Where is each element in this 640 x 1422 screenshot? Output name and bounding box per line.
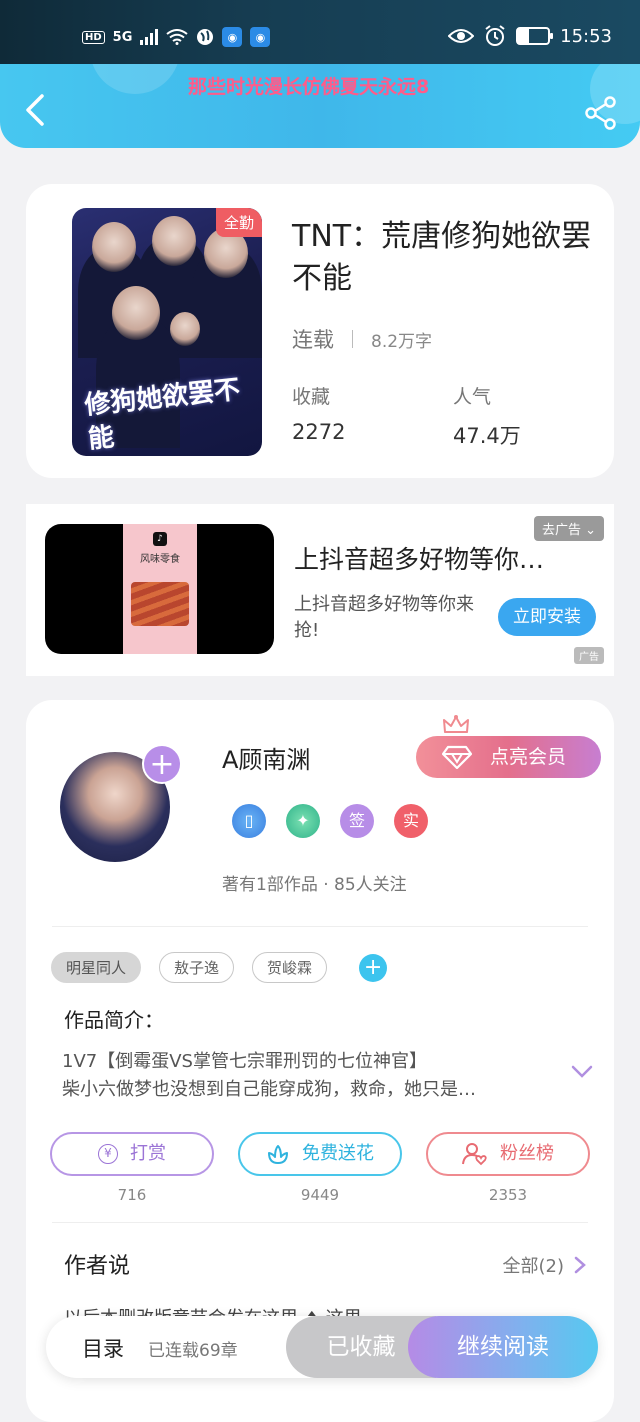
chevron-down-icon[interactable] — [570, 1064, 594, 1080]
hd-icon: HD — [82, 30, 105, 44]
popularity-value: 47.4万 — [453, 424, 521, 448]
favorites-label: 收藏 — [292, 386, 331, 408]
share-icon[interactable] — [584, 96, 618, 130]
back-icon[interactable] — [22, 94, 48, 126]
flower-label: 免费送花 — [302, 1143, 374, 1164]
remove-ad-button[interactable]: 去广告 ⌄ — [533, 516, 604, 541]
fans-action: 粉丝榜 2353 — [426, 1132, 590, 1204]
intro-label: 作品简介： — [64, 1008, 164, 1032]
ad-product-image: ♪ 风味零食 — [123, 524, 197, 654]
add-tag-button[interactable]: + — [359, 953, 388, 982]
status-bar: HD 5G ◉ ◉ 15:53 — [0, 0, 640, 64]
install-button[interactable]: 立即安装 — [498, 598, 596, 636]
bottom-action-bar: 目录 已连载69章 已收藏 继续阅读 — [46, 1316, 598, 1378]
nav-decoration — [90, 64, 180, 94]
book-cover[interactable]: 全勤 修狗她欲罢不能 — [72, 208, 262, 456]
battery-icon — [516, 27, 554, 45]
vip-button[interactable]: 点亮会员 — [416, 736, 601, 778]
clock-time: 15:53 — [560, 25, 612, 47]
tiktok-icon: ♪ — [153, 532, 167, 546]
free-flower-button[interactable]: 免费送花 — [238, 1132, 402, 1176]
diamond-icon — [442, 745, 472, 769]
sign-badge[interactable]: 签 — [340, 804, 374, 838]
word-count: 8.2万字 — [371, 331, 433, 352]
ad-description: 上抖音超多好物等你来抢! — [294, 594, 474, 641]
author-card: + A顾南渊 点亮会员 ▯ ✦ 签 实 著有1部作品 · 85人关注 明星同人 … — [26, 700, 614, 1422]
author-stats: 著有1部作品 · 85人关注 — [222, 875, 407, 895]
flower-action: 免费送花 9449 — [238, 1132, 402, 1204]
globe-icon — [197, 29, 214, 45]
vip-label: 点亮会员 — [490, 746, 567, 768]
crown-icon — [443, 715, 469, 733]
reward-label: 打赏 — [130, 1143, 166, 1164]
ad-product-name: 风味零食 — [140, 554, 180, 565]
ad-title[interactable]: 上抖音超多好物等你… — [294, 540, 574, 576]
chevron-down-icon: ⌄ — [585, 523, 596, 538]
ad-banner[interactable]: ♪ 风味零食 上抖音超多好物等你… 上抖音超多好物等你来抢! 立即安装 去广告 … — [26, 504, 614, 676]
flower-count: 9449 — [300, 1186, 340, 1204]
status-right: 15:53 — [448, 25, 612, 47]
continue-reading-button[interactable]: 继续阅读 — [408, 1316, 598, 1378]
nav-bar: 那些时光漫长仿佛夏天永远8 — [0, 64, 640, 148]
tag-list: 明星同人 敖子逸 贺峻霖 + — [51, 952, 388, 983]
reward-count: 716 — [117, 1186, 147, 1204]
reward-action: ¥ 打赏 716 — [50, 1132, 214, 1204]
book-meta: 连载 8.2万字 — [292, 324, 432, 354]
remove-ad-label: 去广告 — [541, 523, 581, 538]
intro-line: 1V7【倒霉蛋VS掌管七宗罪刑罚的七位神官】 — [62, 1051, 427, 1072]
meta-divider — [352, 330, 353, 348]
author-badges: ▯ ✦ 签 实 — [232, 804, 428, 838]
intro-text[interactable]: 1V7【倒霉蛋VS掌管七宗罪刑罚的七位神官】 柴小六做梦也没想到自己能穿成狗，救… — [62, 1048, 552, 1104]
book-status: 连载 — [292, 328, 334, 352]
status-left: HD 5G ◉ ◉ — [82, 27, 271, 47]
tag-item[interactable]: 明星同人 — [51, 952, 142, 983]
popularity-label: 人气 — [453, 386, 492, 408]
book-info-card: 全勤 修狗她欲罢不能 TNT：荒唐修狗她欲罢不能 连载 8.2万字 收藏 227… — [26, 184, 614, 478]
fans-count: 2353 — [488, 1186, 528, 1204]
tag-item[interactable]: 贺峻霖 — [252, 952, 328, 983]
chapter-count[interactable]: 已连载69章 — [148, 1336, 238, 1361]
user-heart-icon — [462, 1143, 487, 1166]
full-attendance-badge: 全勤 — [215, 208, 262, 237]
author-say-all[interactable]: 全部(2) — [503, 1252, 565, 1278]
alarm-icon — [485, 25, 505, 46]
flower-icon — [268, 1145, 288, 1164]
signal-icon — [140, 29, 159, 45]
action-buttons: ¥ 打赏 716 免费送花 9449 粉丝榜 2353 — [50, 1132, 590, 1204]
follow-plus-button[interactable]: + — [142, 744, 182, 784]
fans-rank-button[interactable]: 粉丝榜 — [426, 1132, 590, 1176]
author-say-label: 作者说 — [64, 1254, 131, 1279]
network-label: 5G — [112, 29, 133, 45]
eye-icon — [448, 29, 475, 43]
intro-line: 柴小六做梦也没想到自己能穿成狗，救命，她只是… — [62, 1079, 476, 1100]
handshake-badge-icon[interactable]: ✦ — [286, 804, 320, 838]
ad-mark-label: 广告 — [579, 652, 599, 663]
hotspot-icon-2: ◉ — [250, 27, 271, 47]
snack-image — [131, 582, 189, 626]
divider — [52, 1222, 588, 1223]
verified-badge[interactable]: 实 — [394, 804, 428, 838]
toc-button[interactable]: 目录 — [82, 1333, 124, 1363]
nav-marquee: 那些时光漫长仿佛夏天永远8 — [188, 76, 430, 98]
book-title: TNT：荒唐修狗她欲罢不能 — [292, 219, 592, 296]
divider — [52, 926, 588, 927]
fans-label: 粉丝榜 — [500, 1143, 554, 1164]
hotspot-icon: ◉ — [222, 27, 243, 47]
author-name[interactable]: A顾南渊 — [222, 740, 310, 775]
chevron-right-icon[interactable] — [574, 1256, 586, 1274]
ad-image[interactable]: ♪ 风味零食 — [45, 524, 274, 654]
tag-item[interactable]: 敖子逸 — [159, 952, 235, 983]
reward-button[interactable]: ¥ 打赏 — [50, 1132, 214, 1176]
favorites-value: 2272 — [292, 420, 346, 444]
wifi-icon — [166, 29, 189, 45]
ad-mark: 广告 — [574, 647, 604, 664]
phone-badge-icon[interactable]: ▯ — [232, 804, 266, 838]
yen-icon: ¥ — [98, 1144, 118, 1164]
